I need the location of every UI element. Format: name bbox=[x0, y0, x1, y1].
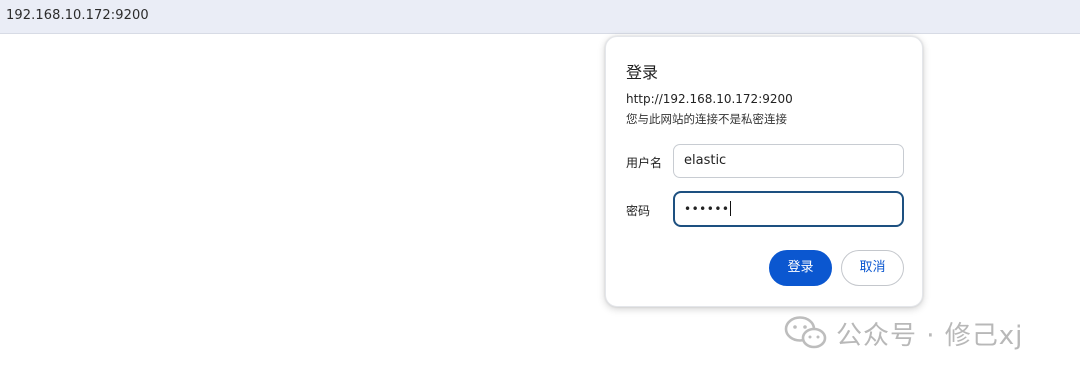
username-label: 用户名 bbox=[626, 156, 663, 170]
password-field[interactable]: •••••• bbox=[673, 191, 904, 227]
http-auth-dialog: 登录 http://192.168.10.172:9200 您与此网站的连接不是… bbox=[605, 36, 923, 307]
address-bar[interactable]: 192.168.10.172:9200 bbox=[0, 0, 1080, 34]
dialog-title: 登录 bbox=[626, 63, 659, 82]
text-caret bbox=[730, 201, 732, 216]
connection-warning: 您与此网站的连接不是私密连接 bbox=[626, 112, 787, 126]
password-label: 密码 bbox=[626, 204, 651, 218]
password-value: •••••• bbox=[684, 202, 730, 216]
watermark-text: 公众号 · 修己xj bbox=[836, 320, 1024, 351]
username-field[interactable]: elastic bbox=[673, 144, 904, 178]
username-value: elastic bbox=[684, 153, 727, 168]
dialog-origin: http://192.168.10.172:9200 bbox=[626, 92, 793, 106]
url-text[interactable]: 192.168.10.172:9200 bbox=[6, 8, 149, 23]
cancel-button[interactable]: 取消 bbox=[841, 250, 904, 286]
wechat-icon bbox=[784, 316, 827, 349]
watermark: 公众号 · 修己xj bbox=[784, 313, 1023, 353]
login-button[interactable]: 登录 bbox=[769, 250, 832, 286]
